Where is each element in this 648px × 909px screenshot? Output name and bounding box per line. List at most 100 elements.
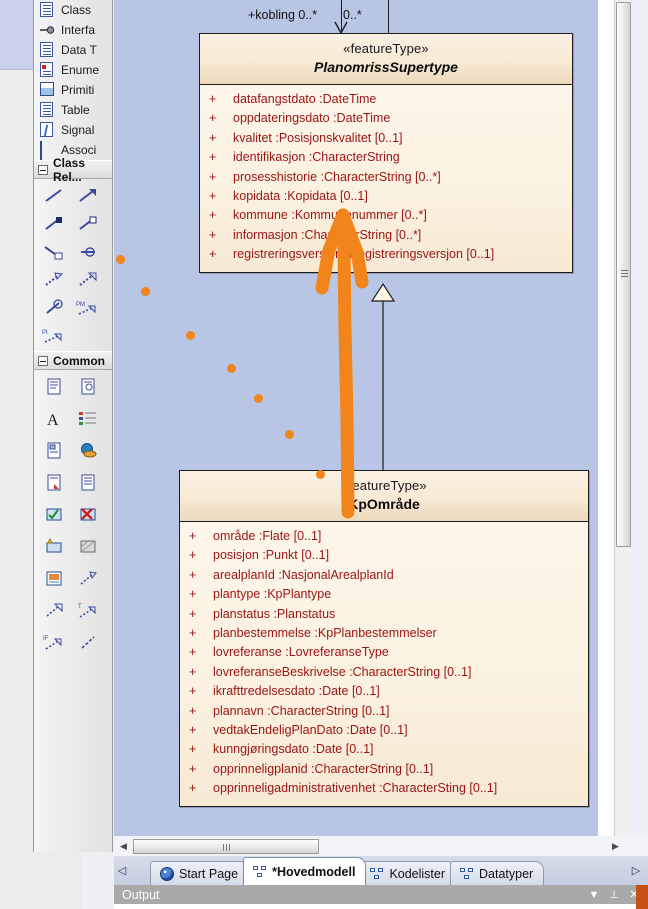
attribute-row[interactable]: + identifikasjon :CharacterString: [200, 148, 572, 167]
package-import-icon[interactable]: PM: [75, 297, 101, 319]
toolbox-item-interface[interactable]: Interfa: [34, 20, 112, 40]
note-icon[interactable]: [41, 376, 67, 398]
diagram-ref-icon[interactable]: [41, 440, 67, 462]
attribute-row[interactable]: + arealplanId :NasjonalArealplanId: [180, 566, 588, 585]
association-icon: [39, 141, 55, 160]
attribute-row[interactable]: + lovreferanseBeskrivelse :CharacterStri…: [180, 663, 588, 682]
toolbox-item-label: Signal: [61, 123, 95, 137]
svg-text:T: T: [78, 604, 82, 610]
association-line[interactable]: [341, 0, 342, 33]
connector-icon[interactable]: [75, 568, 101, 590]
uml-stereotype: «featureType»: [343, 41, 429, 56]
attribute-row[interactable]: + kommune :Kommunenummer [0..*]: [200, 206, 572, 225]
attribute-row[interactable]: + plannavn :CharacterString [0..1]: [180, 702, 588, 721]
tab-kodelister[interactable]: Kodelister: [360, 861, 457, 885]
compose-icon[interactable]: [41, 213, 67, 235]
toolbox-section-class-relationships[interactable]: Class Rel...: [34, 156, 112, 184]
constraint-icon[interactable]: [41, 472, 67, 494]
svg-text:PI: PI: [42, 330, 48, 336]
web-hyperlink-icon[interactable]: [75, 440, 101, 462]
information-flow-icon[interactable]: IF: [41, 632, 67, 654]
association-line-2[interactable]: [388, 0, 389, 33]
attribute-row[interactable]: + plantype :KpPlantype: [180, 585, 588, 604]
legend-icon[interactable]: [75, 408, 101, 430]
attribute-row[interactable]: + vedtakEndeligPlanDato :Date [0..1]: [180, 721, 588, 740]
nesting-icon[interactable]: [75, 241, 101, 263]
tab-scroll-next-icon[interactable]: ▷: [628, 856, 644, 885]
attribute-row[interactable]: + registreringsversjon :Registreringsver…: [200, 245, 572, 264]
attribute-row[interactable]: + område :Flate [0..1]: [180, 527, 588, 546]
text-icon[interactable]: A: [41, 408, 67, 430]
uml-class-kpomrade[interactable]: «featureType» KpOmråde + område :Flate […: [179, 470, 589, 807]
uml-class-planomriss-supertype[interactable]: «featureType» PlanomrissSupertype + data…: [199, 33, 573, 273]
attribute-row-informasjon[interactable]: + informasjon :CharacterString [0..*]: [200, 226, 572, 245]
attribute-row[interactable]: + kopidata :Kopidata [0..1]: [200, 187, 572, 206]
pin-icon[interactable]: ⊥: [606, 887, 622, 902]
attribute-row[interactable]: + datafangstdato :DateTime: [200, 90, 572, 109]
attribute-row[interactable]: + opprinneligplanid :CharacterString [0.…: [180, 760, 588, 779]
realize-icon[interactable]: [75, 269, 101, 291]
attribute-row[interactable]: + planbestemmelse :KpPlanbestemmelser: [180, 624, 588, 643]
toolbox-item-signal[interactable]: Signal: [34, 120, 112, 140]
image-icon[interactable]: [41, 568, 67, 590]
attribute-row[interactable]: + kunngjøringsdato :Date [0..1]: [180, 740, 588, 759]
cancel-icon[interactable]: [75, 504, 101, 526]
attribute-row[interactable]: + opprinneligadministrativenhet :Charact…: [180, 779, 588, 798]
class-icon: [39, 2, 55, 18]
dependency2-icon[interactable]: [41, 600, 67, 622]
attribute-visibility: +: [209, 150, 217, 165]
trace2-icon[interactable]: T: [75, 600, 101, 622]
assoc-class-icon[interactable]: [41, 241, 67, 263]
attribute-text: plantype :KpPlantype: [213, 587, 332, 602]
attribute-text: planbestemmelse :KpPlanbestemmelser: [213, 626, 437, 641]
aggregate-icon[interactable]: [75, 213, 101, 235]
scroll-right-arrow-icon[interactable]: ▶: [608, 839, 623, 854]
pattern-icon[interactable]: [75, 536, 101, 558]
toolbox-item-class[interactable]: Class: [34, 0, 112, 20]
tab-hovedmodell[interactable]: *Hovedmodell: [243, 857, 367, 885]
attribute-row[interactable]: + posisjon :Punkt [0..1]: [180, 546, 588, 565]
scroll-left-arrow-icon[interactable]: ◀: [116, 839, 131, 854]
trace-icon[interactable]: [41, 297, 67, 319]
canvas-horizontal-scrollbar[interactable]: ◀ ▶: [114, 836, 648, 856]
attribute-visibility: +: [189, 664, 197, 679]
attribute-row[interactable]: + planstatus :Planstatus: [180, 605, 588, 624]
toolbox-item-label: Data T: [61, 43, 97, 57]
toolbox-item-enumeration[interactable]: Enume: [34, 60, 112, 80]
attribute-text: informasjon :CharacterString [0..*]: [233, 227, 422, 242]
annotation-dot: [141, 287, 150, 296]
diagram-canvas[interactable]: +kobling 0..* 0..* «featureType» Planomr…: [114, 0, 614, 836]
canvas-vertical-scrollbar[interactable]: [614, 0, 631, 836]
association-target-role: 0..*: [343, 8, 362, 22]
horizontal-scroll-thumb[interactable]: [133, 839, 319, 854]
toolbox-item-primitive[interactable]: Primiti: [34, 80, 112, 100]
artifact-icon[interactable]: [41, 536, 67, 558]
dropdown-icon[interactable]: ▼: [586, 887, 602, 902]
associate-icon[interactable]: [41, 185, 67, 207]
tab-start-page[interactable]: Start Page: [150, 861, 250, 885]
collapse-toggle-icon[interactable]: [38, 355, 48, 366]
attribute-text: ikrafttredelsesdato :Date [0..1]: [213, 684, 380, 699]
package-merge-icon[interactable]: PI: [41, 325, 67, 347]
document-icon[interactable]: [75, 472, 101, 494]
attribute-row[interactable]: + lovreferanse :LovreferanseType: [180, 643, 588, 662]
tab-datatyper[interactable]: Datatyper: [450, 861, 545, 885]
vertical-scroll-thumb[interactable]: [616, 2, 631, 547]
toolbox-section-common[interactable]: Common: [34, 351, 112, 370]
attribute-row[interactable]: + kvalitet :Posisjonskvalitet [0..1]: [200, 129, 572, 148]
attribute-row[interactable]: + oppdateringsdato :DateTime: [200, 109, 572, 128]
line-icon[interactable]: [75, 632, 101, 654]
toolbox-item-datatype[interactable]: Data T: [34, 40, 112, 60]
annotation-dot: [316, 470, 325, 479]
tab-scroll-prev-icon[interactable]: ◁: [114, 856, 130, 885]
toolbox-panel[interactable]: Class Interfa Data T Enume Primiti Table…: [33, 0, 113, 852]
generalize-icon[interactable]: [75, 185, 101, 207]
toolbox-item-table[interactable]: Table: [34, 100, 112, 120]
collapse-toggle-icon[interactable]: [38, 164, 48, 175]
attribute-row[interactable]: + ikrafttredelsesdato :Date [0..1]: [180, 682, 588, 701]
note-link-icon[interactable]: [75, 376, 101, 398]
dependency-icon[interactable]: [41, 269, 67, 291]
toolbox-item-association[interactable]: Associ: [34, 140, 112, 160]
attribute-row[interactable]: + prosesshistorie :CharacterString [0..*…: [200, 168, 572, 187]
checklist-icon[interactable]: [41, 504, 67, 526]
